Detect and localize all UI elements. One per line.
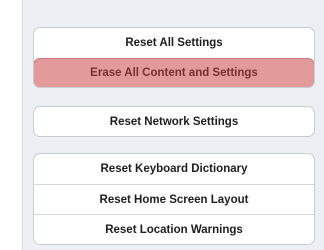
reset-all-settings-button[interactable]: Reset All Settings <box>34 28 314 58</box>
reset-network-settings-button[interactable]: Reset Network Settings <box>34 107 314 136</box>
reset-settings-panel: Reset All Settings Erase All Content and… <box>22 0 324 250</box>
reset-home-screen-layout-button[interactable]: Reset Home Screen Layout <box>34 184 314 214</box>
reset-keyboard-dictionary-button[interactable]: Reset Keyboard Dictionary <box>34 154 314 184</box>
reset-group-other: Reset Keyboard Dictionary Reset Home Scr… <box>33 153 315 245</box>
erase-all-content-button[interactable]: Erase All Content and Settings <box>34 58 314 87</box>
reset-group-network: Reset Network Settings <box>33 106 315 137</box>
reset-location-warnings-button[interactable]: Reset Location Warnings <box>34 214 314 244</box>
reset-group-primary: Reset All Settings Erase All Content and… <box>33 27 315 88</box>
